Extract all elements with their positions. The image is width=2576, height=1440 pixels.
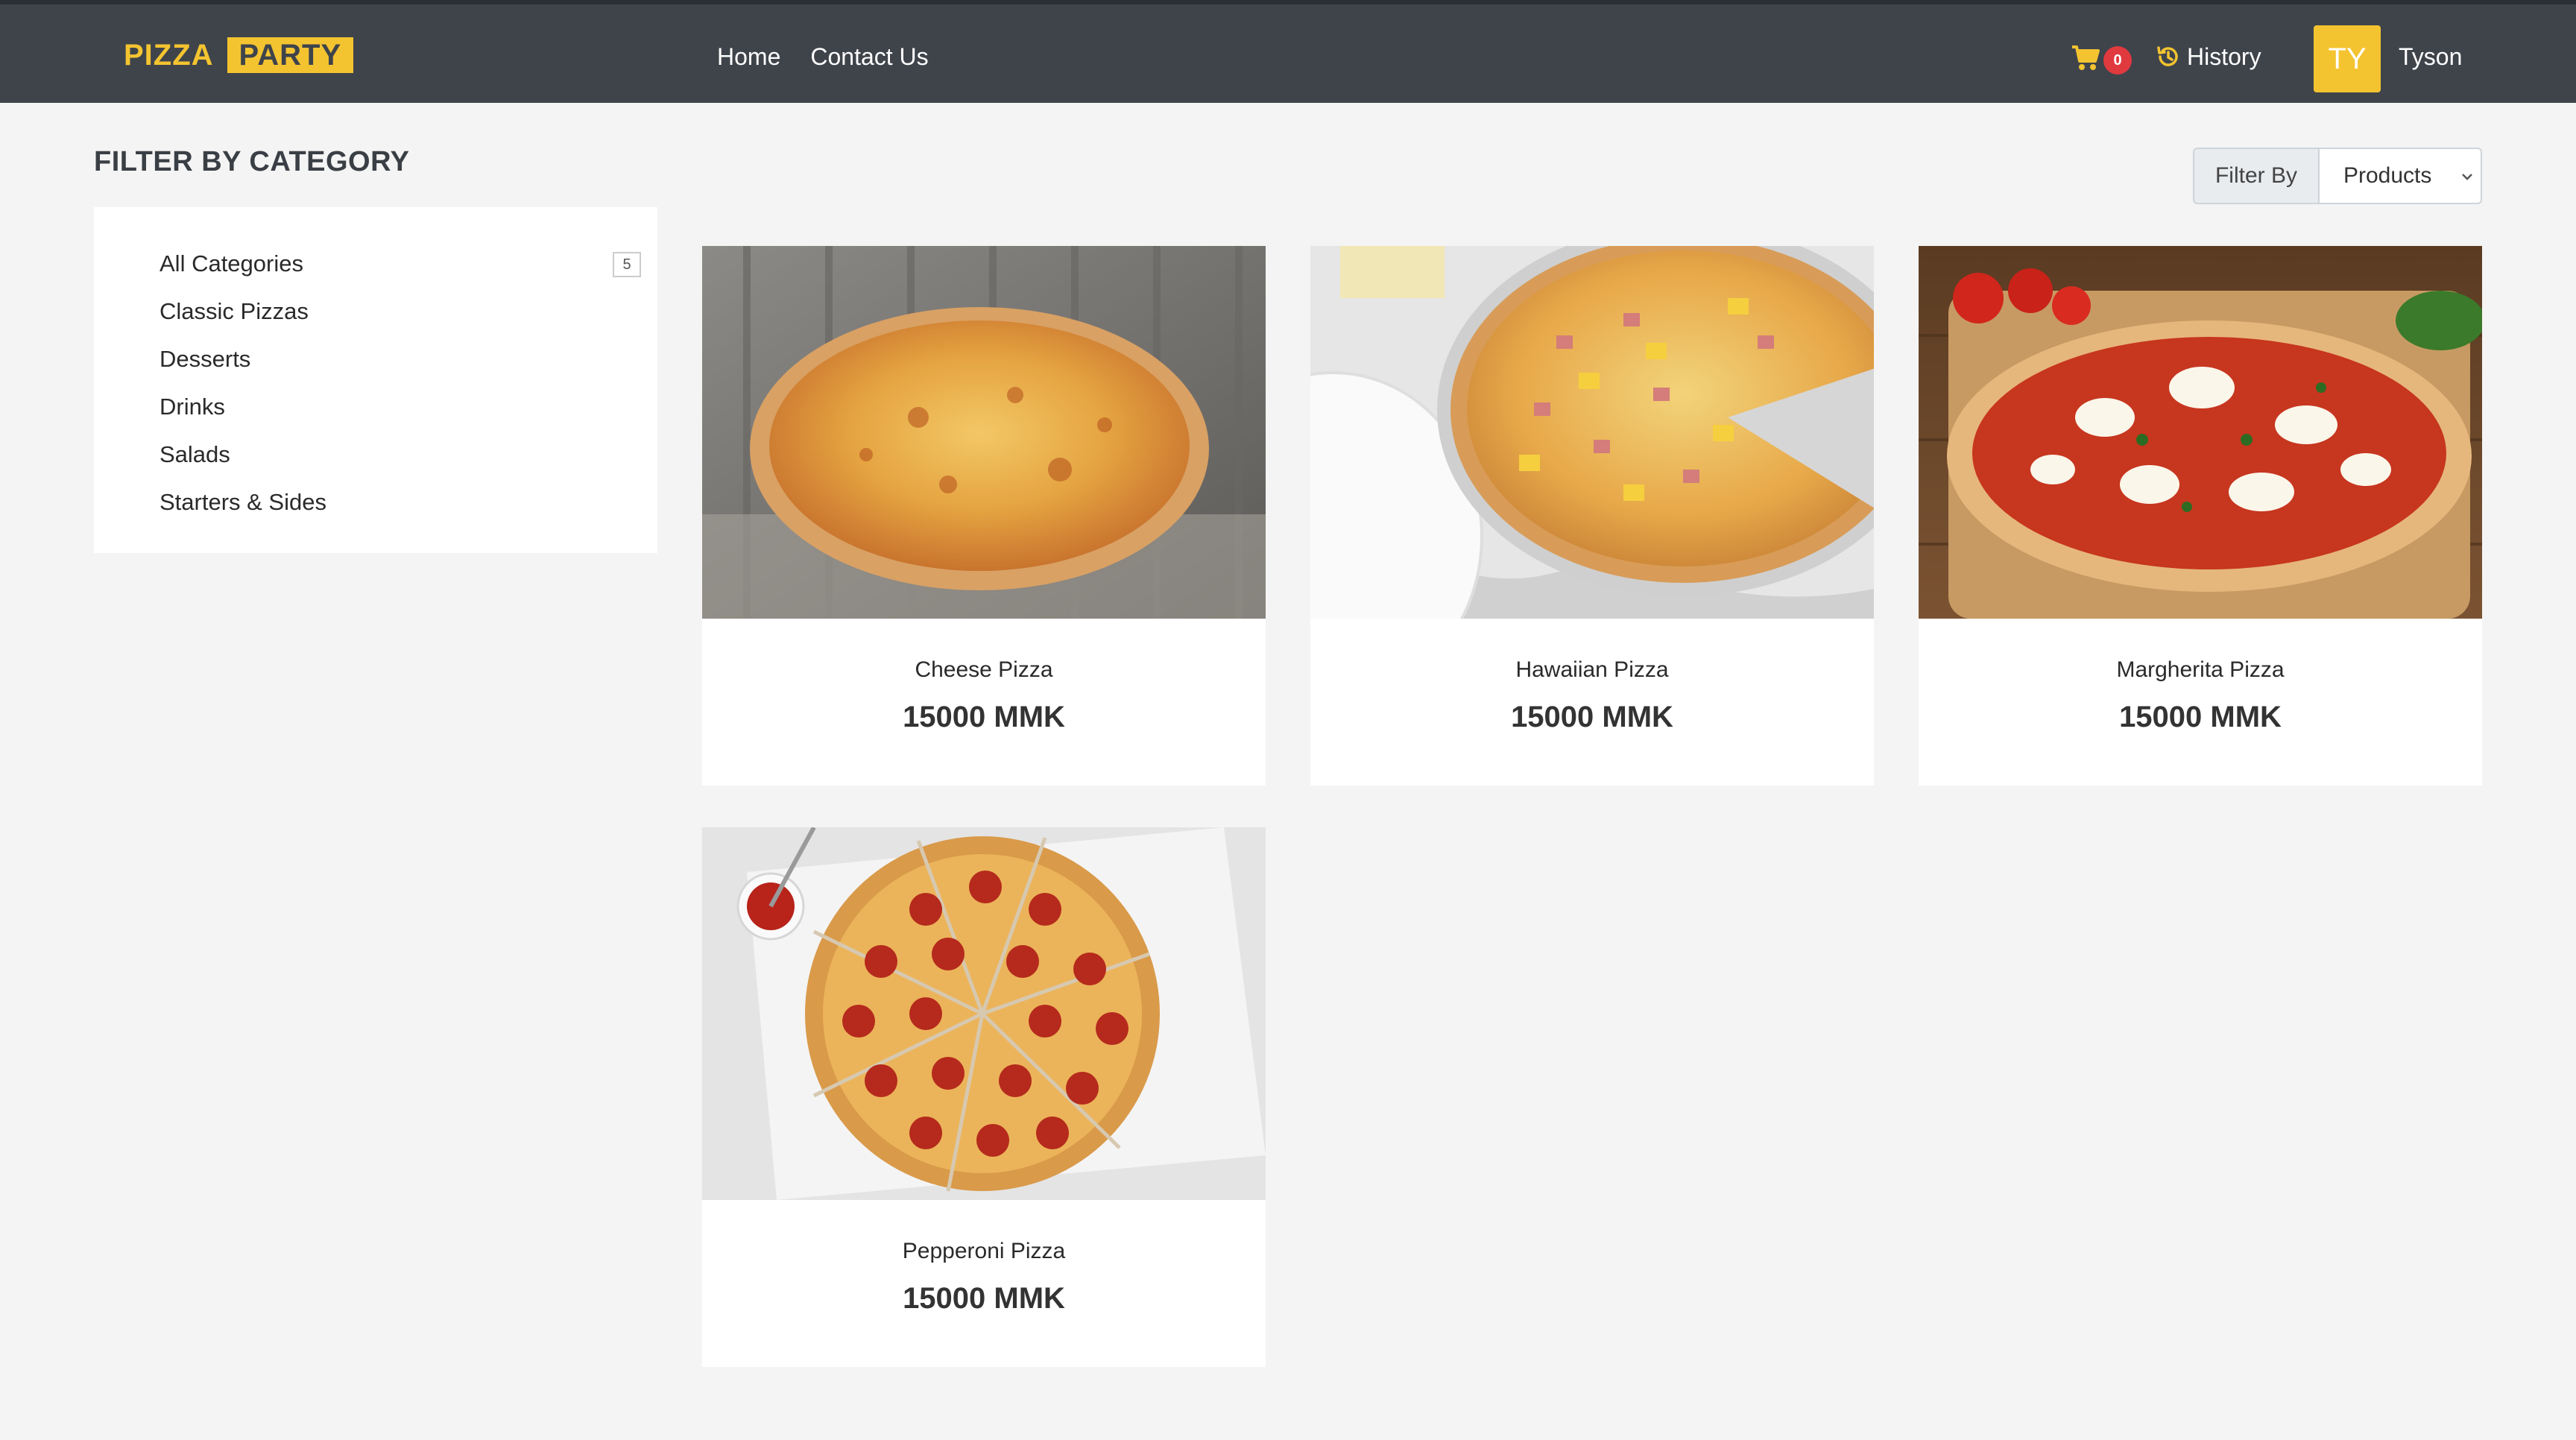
product-image-pepperoni-pizza bbox=[702, 827, 1266, 1200]
history-label: History bbox=[2187, 43, 2261, 70]
filter-by-selected-value: Products bbox=[2343, 163, 2432, 188]
category-sidebar: All Categories 5 Classic Pizzas Desserts… bbox=[94, 207, 657, 553]
product-name: Hawaiian Pizza bbox=[1515, 657, 1669, 682]
category-list: All Categories 5 Classic Pizzas Desserts… bbox=[160, 240, 641, 526]
history-link[interactable]: History bbox=[2156, 40, 2261, 73]
filter-by-select[interactable]: Products bbox=[2318, 148, 2482, 204]
cart-icon bbox=[2072, 45, 2100, 70]
brand-name-part1: PIZZA bbox=[124, 38, 214, 72]
product-name: Cheese Pizza bbox=[915, 657, 1053, 682]
product-price: 15000 MMK bbox=[2119, 701, 2282, 733]
product-image-cheese-pizza bbox=[702, 246, 1266, 619]
product-name: Pepperoni Pizza bbox=[902, 1239, 1066, 1263]
filter-by-label: Filter By bbox=[2193, 148, 2318, 204]
product-price: 15000 MMK bbox=[903, 1282, 1065, 1315]
brand-logo[interactable]: PIZZA PARTY bbox=[124, 36, 354, 75]
product-price: 15000 MMK bbox=[1511, 701, 1673, 733]
filter-by-control: Filter By Products bbox=[2193, 148, 2482, 204]
filter-heading: FILTER BY CATEGORY bbox=[94, 146, 410, 177]
chevron-down-icon bbox=[2462, 174, 2472, 180]
avatar[interactable]: TY bbox=[2314, 25, 2381, 92]
product-price: 15000 MMK bbox=[903, 701, 1065, 733]
username[interactable]: Tyson bbox=[2399, 40, 2462, 73]
category-item-all[interactable]: All Categories 5 bbox=[160, 240, 641, 288]
product-card-hawaiian-pizza[interactable]: Hawaiian Pizza 15000 MMK bbox=[1310, 246, 1874, 786]
nav-link-home[interactable]: Home bbox=[717, 40, 780, 73]
product-image-hawaiian-pizza bbox=[1310, 246, 1874, 619]
navbar: PIZZA PARTY Home Contact Us 0 History TY… bbox=[0, 0, 2576, 103]
nav-links: Home Contact Us bbox=[717, 40, 929, 73]
category-count-badge: 5 bbox=[613, 252, 641, 277]
category-item-starters-sides[interactable]: Starters & Sides bbox=[160, 479, 641, 526]
brand-name-part2: PARTY bbox=[227, 37, 354, 73]
product-name: Margherita Pizza bbox=[2116, 657, 2285, 682]
category-item-desserts[interactable]: Desserts bbox=[160, 335, 641, 383]
cart-count-badge: 0 bbox=[2103, 46, 2132, 75]
category-item-salads[interactable]: Salads bbox=[160, 431, 641, 479]
product-image-margherita-pizza bbox=[1919, 246, 2482, 619]
product-card-pepperoni-pizza[interactable]: Pepperoni Pizza 15000 MMK bbox=[702, 827, 1266, 1367]
category-item-drinks[interactable]: Drinks bbox=[160, 383, 641, 431]
product-card-cheese-pizza[interactable]: Cheese Pizza 15000 MMK bbox=[702, 246, 1266, 786]
category-item-classic-pizzas[interactable]: Classic Pizzas bbox=[160, 288, 641, 335]
category-label: All Categories bbox=[160, 250, 303, 277]
cart-button[interactable]: 0 bbox=[2071, 42, 2133, 75]
nav-link-contact[interactable]: Contact Us bbox=[810, 40, 928, 73]
history-icon bbox=[2157, 46, 2178, 66]
product-card-margherita-pizza[interactable]: Margherita Pizza 15000 MMK bbox=[1919, 246, 2482, 786]
